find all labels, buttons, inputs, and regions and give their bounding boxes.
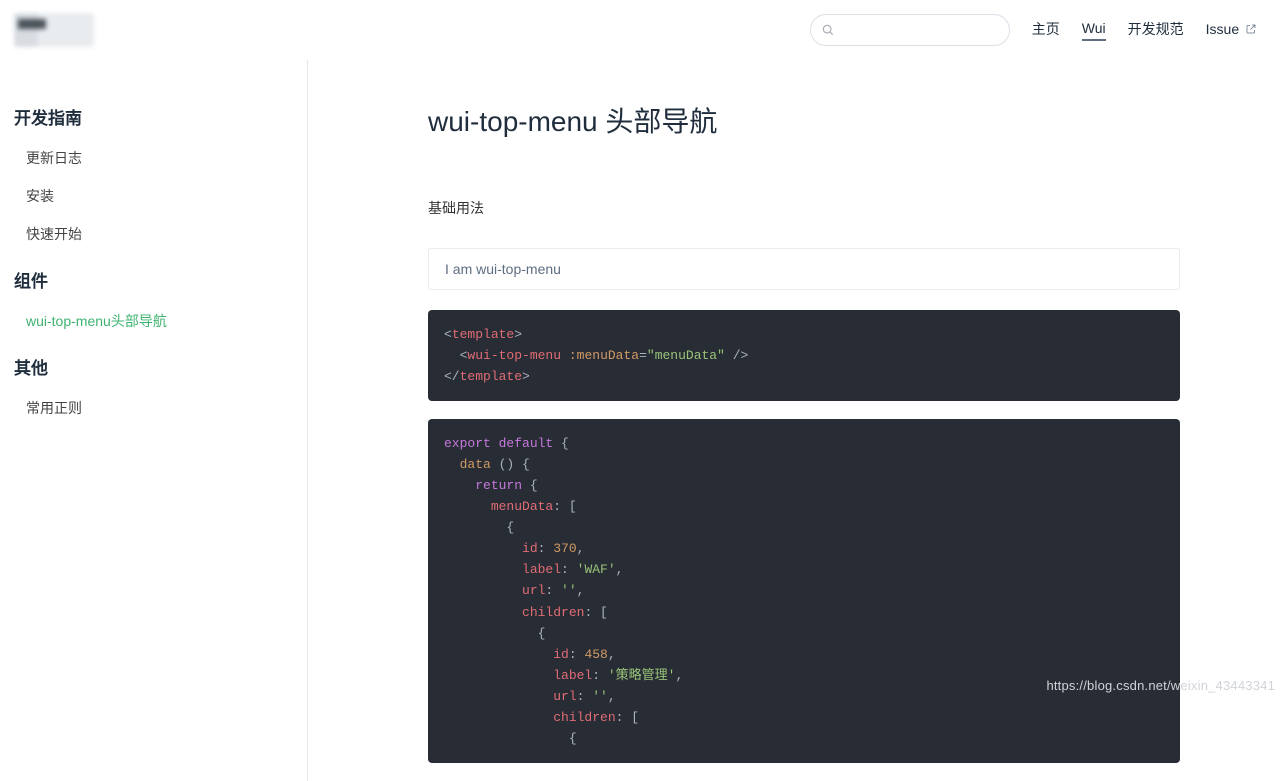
sidebar-item[interactable]: 快速开始 — [14, 215, 307, 253]
sidebar-group-title: 开发指南 — [14, 90, 307, 139]
sidebar-item[interactable]: 更新日志 — [14, 139, 307, 177]
code-block-script: export default { data () { return { menu… — [428, 419, 1180, 763]
header-right: 主页 Wui 开发规范 Issue — [810, 14, 1257, 46]
nav-link-0[interactable]: 主页 — [1032, 19, 1060, 42]
sidebar-item[interactable]: 安装 — [14, 177, 307, 215]
sidebar-item[interactable]: wui-top-menu头部导航 — [14, 302, 307, 340]
nav-link-2[interactable]: 开发规范 — [1128, 19, 1184, 42]
sidebar-item[interactable]: 常用正则 — [14, 389, 307, 427]
nav-links: 主页 Wui 开发规范 Issue — [1032, 19, 1257, 42]
section-label: 基础用法 — [428, 198, 1180, 218]
nav-link-3[interactable]: Issue — [1206, 21, 1257, 40]
top-header: 主页 Wui 开发规范 Issue — [0, 0, 1281, 60]
nav-link-1[interactable]: Wui — [1082, 20, 1106, 41]
code-block-template: <template> <wui-top-menu :menuData="menu… — [428, 310, 1180, 401]
search-input[interactable] — [810, 14, 1010, 46]
sidebar: 开发指南更新日志安装快速开始组件wui-top-menu头部导航其他常用正则 — [0, 60, 308, 781]
logo[interactable] — [14, 13, 94, 47]
demo-box: I am wui-top-menu — [428, 248, 1180, 290]
sidebar-group-title: 其他 — [14, 340, 307, 389]
search-icon — [821, 23, 835, 37]
external-link-icon — [1245, 23, 1257, 35]
main-content: wui-top-menu 头部导航 基础用法 I am wui-top-menu… — [308, 60, 1268, 781]
page-title: wui-top-menu 头部导航 — [428, 100, 1180, 140]
sidebar-group-title: 组件 — [14, 253, 307, 302]
